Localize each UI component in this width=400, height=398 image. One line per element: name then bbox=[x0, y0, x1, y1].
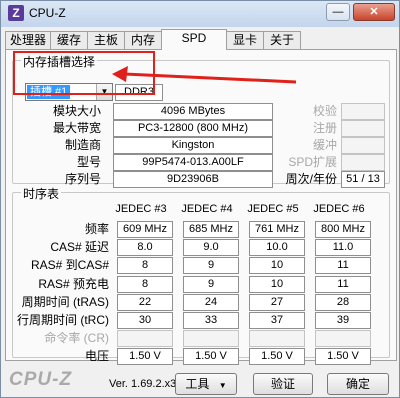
timings-group: 时序表 JEDEC #3 JEDEC #4 JEDEC #5 JEDEC #6 … bbox=[12, 185, 390, 365]
max-bandwidth-label: 最大带宽 bbox=[52, 121, 101, 135]
manufacturer-label: 制造商 bbox=[64, 138, 101, 152]
timing-cell: 9 bbox=[183, 276, 239, 293]
title-bar[interactable]: Z CPU-Z — ✕ bbox=[1, 1, 399, 27]
tools-button[interactable]: 工具 ▼ bbox=[175, 373, 237, 395]
column-header: JEDEC #4 bbox=[181, 203, 233, 215]
timing-cell: 8 bbox=[117, 276, 173, 293]
timing-cell: 30 bbox=[117, 312, 173, 329]
buffered-label: 缓冲 bbox=[312, 138, 337, 152]
timing-cell: 10 bbox=[249, 276, 305, 293]
timing-cell: 9.0 bbox=[183, 239, 239, 256]
registered-label: 注册 bbox=[312, 121, 337, 135]
timing-cell: 8.0 bbox=[117, 239, 173, 256]
timing-cell bbox=[249, 330, 305, 347]
timing-cell: 800 MHz bbox=[315, 221, 371, 238]
timing-cell: 761 MHz bbox=[249, 221, 305, 238]
spd-ext-label: SPD扩展 bbox=[288, 155, 337, 169]
timing-cell: 22 bbox=[117, 294, 173, 311]
spd-panel: 内存插槽选择 插槽 #1 ▼ DDR3 模块大小 4096 MBytes 最大带… bbox=[5, 49, 397, 365]
timing-cell: 27 bbox=[249, 294, 305, 311]
timing-cell: 10.0 bbox=[249, 239, 305, 256]
timing-cell bbox=[117, 330, 173, 347]
week-year-label: 周次/年份 bbox=[285, 172, 337, 186]
timing-cell: 28 bbox=[315, 294, 371, 311]
cpuz-window: Z CPU-Z — ✕ 处理器 缓存 主板 内存 SPD 显卡 关于 内存插槽选… bbox=[0, 0, 400, 398]
tab-spd[interactable]: SPD bbox=[161, 29, 227, 50]
footer-bar: CPU-Z Ver. 1.69.2.x32 工具 ▼ 验证 确定 bbox=[1, 363, 399, 397]
column-header: JEDEC #5 bbox=[247, 203, 299, 215]
annotation-arrow bbox=[112, 66, 297, 84]
tools-label: 工具 bbox=[185, 377, 210, 391]
registered-value bbox=[341, 120, 385, 137]
buffered-value bbox=[341, 137, 385, 154]
part-number-label: 型号 bbox=[76, 155, 101, 169]
timings-legend: 时序表 bbox=[21, 185, 62, 202]
column-header: JEDEC #3 bbox=[115, 203, 167, 215]
timing-row-label: RAS# 预充电 bbox=[38, 277, 109, 291]
timing-cell: 11 bbox=[315, 276, 371, 293]
validate-button[interactable]: 验证 bbox=[253, 373, 313, 395]
timing-cell: 10 bbox=[249, 257, 305, 274]
timing-cell: 24 bbox=[183, 294, 239, 311]
timing-cell: 11.0 bbox=[315, 239, 371, 256]
timing-cell: 33 bbox=[183, 312, 239, 329]
correction-value bbox=[341, 103, 385, 120]
tab-mainboard[interactable]: 主板 bbox=[87, 31, 125, 49]
spd-ext-value bbox=[341, 154, 385, 171]
correction-label: 校验 bbox=[312, 104, 337, 118]
timing-cell: 37 bbox=[249, 312, 305, 329]
timing-cell bbox=[315, 330, 371, 347]
timing-cell: 11 bbox=[315, 257, 371, 274]
timing-row-label: 频率 bbox=[84, 222, 109, 236]
part-number-value: 99P5474-013.A00LF bbox=[113, 154, 273, 171]
timing-row-label: 行周期时间 (tRC) bbox=[17, 313, 109, 327]
max-bandwidth-value: PC3-12800 (800 MHz) bbox=[113, 120, 273, 137]
timing-row-label: 命令率 (CR) bbox=[44, 331, 109, 345]
timing-row-label: RAS# 到CAS# bbox=[30, 258, 109, 272]
chevron-down-icon: ▼ bbox=[218, 381, 227, 390]
timing-cell: 609 MHz bbox=[117, 221, 173, 238]
serial-number-value: 9D23906B bbox=[113, 171, 273, 188]
tab-cpu[interactable]: 处理器 bbox=[5, 31, 51, 49]
tab-memory[interactable]: 内存 bbox=[124, 31, 162, 49]
close-button[interactable]: ✕ bbox=[353, 3, 395, 21]
timing-cell: 8 bbox=[117, 257, 173, 274]
module-size-label: 模块大小 bbox=[52, 104, 101, 118]
timing-cell: 39 bbox=[315, 312, 371, 329]
window-title: CPU-Z bbox=[29, 6, 66, 20]
column-header: JEDEC #6 bbox=[313, 203, 365, 215]
timing-cell: 685 MHz bbox=[183, 221, 239, 238]
cpuz-brand-logo: CPU-Z bbox=[9, 369, 73, 390]
ok-button[interactable]: 确定 bbox=[327, 373, 389, 395]
cpuz-app-icon: Z bbox=[8, 5, 24, 21]
timing-cell bbox=[183, 330, 239, 347]
minimize-button[interactable]: — bbox=[326, 3, 350, 21]
timing-row-label: 周期时间 (tRAS) bbox=[21, 295, 109, 309]
timing-row-label: CAS# 延迟 bbox=[50, 240, 109, 254]
timing-cell: 9 bbox=[183, 257, 239, 274]
tab-caches[interactable]: 缓存 bbox=[50, 31, 88, 49]
week-year-value: 51 / 13 bbox=[341, 171, 385, 188]
tab-about[interactable]: 关于 bbox=[263, 31, 301, 49]
version-text: Ver. 1.69.2.x32 bbox=[109, 378, 183, 390]
tab-graphics[interactable]: 显卡 bbox=[226, 31, 264, 49]
manufacturer-value: Kingston bbox=[113, 137, 273, 154]
module-size-value: 4096 MBytes bbox=[113, 103, 273, 120]
